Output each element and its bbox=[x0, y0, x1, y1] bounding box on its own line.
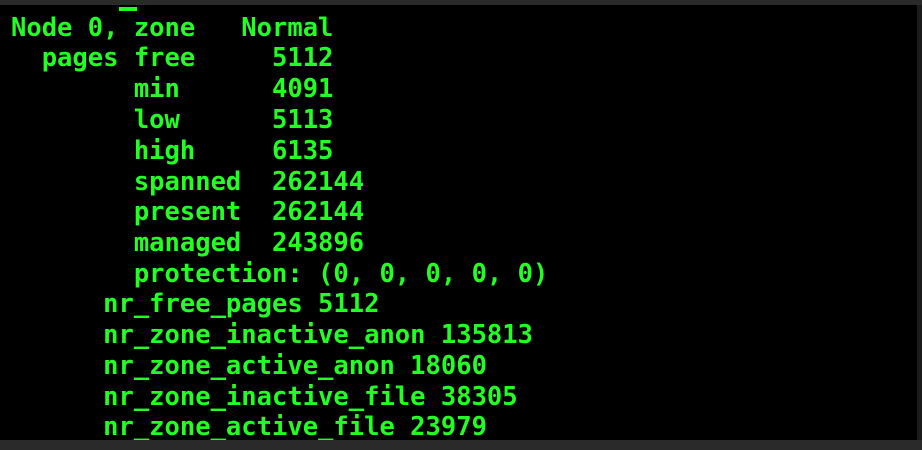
nr-free-pages-line: nr_free_pages 5112 bbox=[11, 289, 380, 319]
pages-present-line: present 262144 bbox=[11, 197, 365, 227]
pages-high-line: high 6135 bbox=[11, 136, 334, 166]
terminal-output[interactable]: Node 0, zone Normal pages free 5112 min … bbox=[0, 5, 917, 440]
pages-spanned-line: spanned 262144 bbox=[11, 167, 365, 197]
pages-managed-line: managed 243896 bbox=[11, 228, 365, 258]
pages-low-line: low 5113 bbox=[11, 105, 334, 135]
zone-header-line: Node 0, zone Normal bbox=[11, 13, 334, 43]
window-bottom-edge bbox=[0, 440, 922, 450]
protection-line: protection: (0, 0, 0, 0, 0) bbox=[11, 259, 549, 289]
nr-zone-active-anon-line: nr_zone_active_anon 18060 bbox=[11, 351, 487, 381]
nr-zone-inactive-file-line: nr_zone_inactive_file 38305 bbox=[11, 382, 518, 412]
nr-zone-active-file-line: nr_zone_active_file 23979 bbox=[11, 412, 487, 440]
pages-min-line: min 4091 bbox=[11, 74, 334, 104]
nr-zone-inactive-anon-line: nr_zone_inactive_anon 135813 bbox=[11, 320, 533, 350]
pages-free-line: pages free 5112 bbox=[11, 43, 334, 73]
text-cursor-fragment bbox=[119, 7, 137, 11]
